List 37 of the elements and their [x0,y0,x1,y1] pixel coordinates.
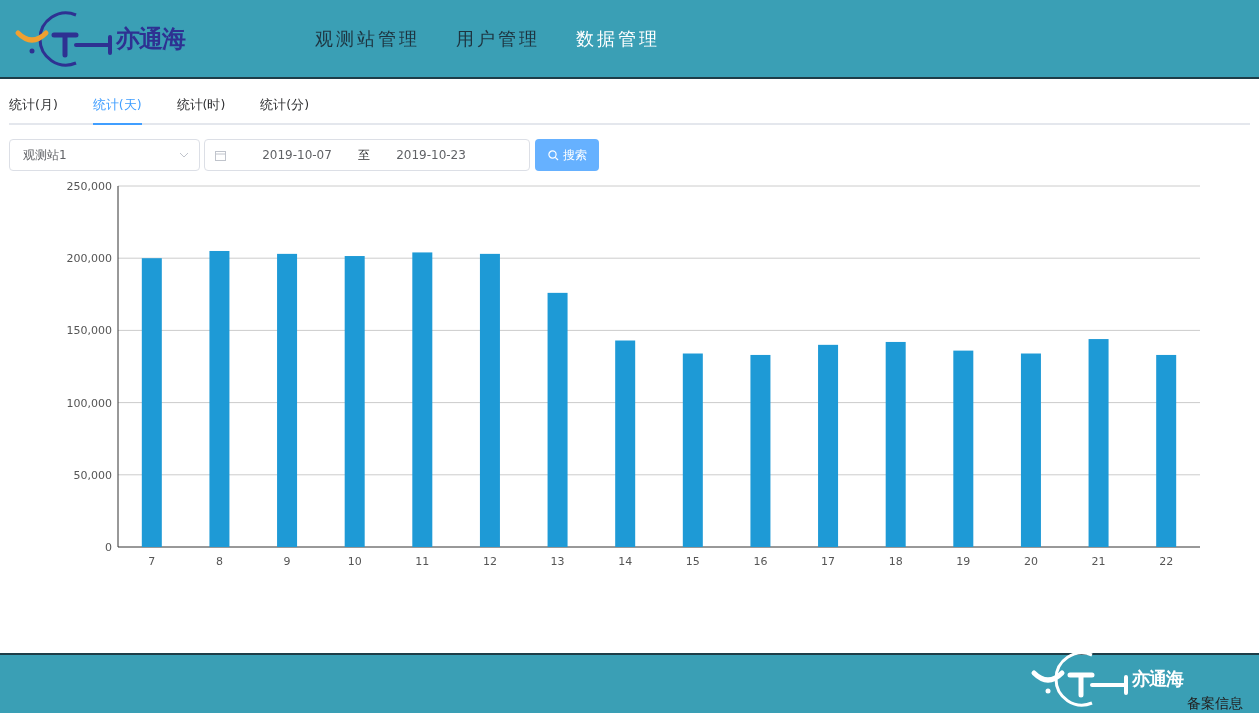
search-icon [547,149,559,161]
record-info-link[interactable]: 备案信息 [1187,695,1243,713]
y-axis-label: 50,000 [73,468,112,482]
x-axis-label: 20 [1023,555,1038,568]
chevron-down-icon [179,152,189,158]
x-axis-label: 7 [148,555,156,568]
calendar-icon [215,149,226,161]
y-axis-label: 0 [105,541,112,554]
x-axis-label: 19 [956,555,971,568]
x-axis-label: 10 [347,555,362,568]
x-axis-label: 16 [753,555,768,568]
station-select[interactable]: 观测站1 [9,139,200,171]
x-axis-label: 18 [888,555,903,568]
tab[interactable]: 统计(天) [92,97,142,125]
y-axis-label: 200,000 [66,252,112,266]
brand-name: 亦通海 [116,23,185,55]
brand-name: 亦通海 [1132,667,1183,691]
x-axis-label: 15 [685,555,700,568]
x-axis-label: 22 [1159,555,1174,568]
tab[interactable]: 统计(月) [9,97,58,125]
nav-link[interactable]: 观测站管理 [315,26,420,51]
x-axis-label: 17 [821,555,836,568]
x-axis-label: 11 [415,555,430,568]
x-axis-label: 8 [215,555,223,568]
x-axis-label: 21 [1091,555,1106,568]
y-axis-label: 100,000 [66,396,112,410]
date-range-field[interactable]: 2019-10-07 至 2019-10-23 [204,139,530,171]
y-axis-label: 250,000 [66,180,112,193]
x-axis-label: 13 [550,555,565,568]
nav-link[interactable]: 数据管理 [576,26,660,51]
tab[interactable]: 统计(时) [176,97,226,125]
x-axis-label: 9 [283,555,291,568]
nav-link[interactable]: 用户管理 [456,26,540,51]
y-axis-label: 150,000 [66,324,112,338]
tab[interactable]: 统计(分) [260,97,310,125]
x-axis-label: 12 [482,555,497,568]
x-axis-label: 14 [618,555,633,568]
